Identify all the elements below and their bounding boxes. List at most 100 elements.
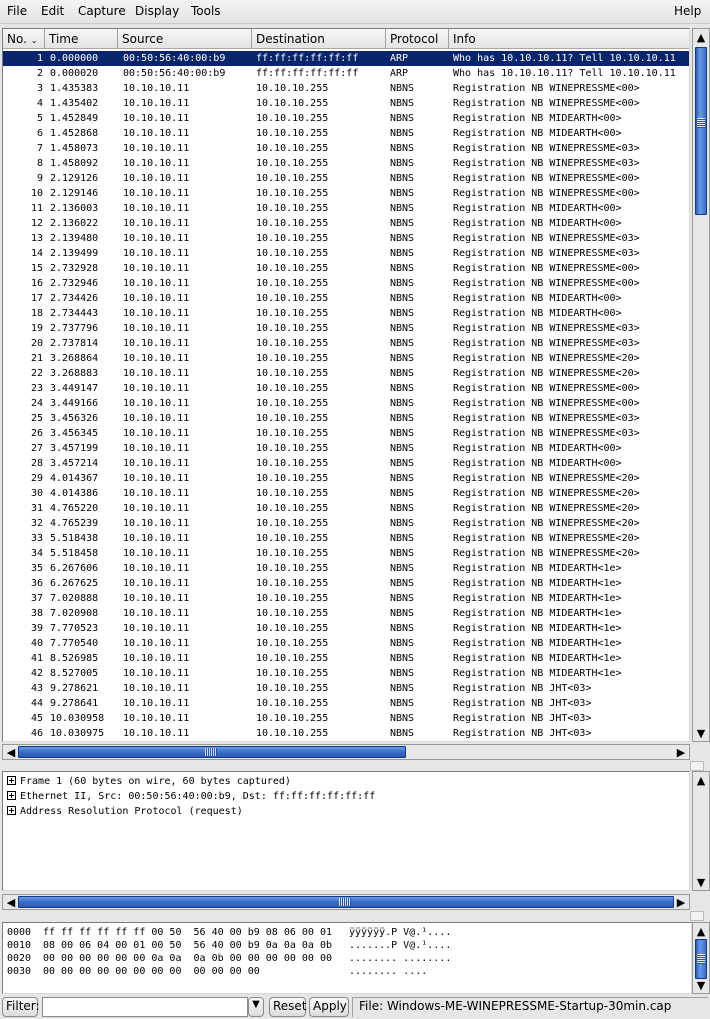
packet-list[interactable]: No. ⌄ Time Source Destination Protocol I… [2, 28, 690, 742]
hex-offset[interactable]: 0020 [7, 952, 31, 965]
scroll-up-icon[interactable]: ▲ [694, 773, 708, 787]
packet-row[interactable]: 43 9.278621 10.10.10.11 10.10.10.255 NBNS Reg… [3, 681, 689, 696]
packet-row[interactable]: 22 3.268883 10.10.10.11 10.10.10.255 NBNS Reg… [3, 366, 689, 381]
packet-row[interactable]: 11 2.136003 10.10.10.11 10.10.10.255 NBNS Reg… [3, 201, 689, 216]
packet-row[interactable]: 8 1.458092 10.10.10.11 10.10.10.255 NBNS Regi… [3, 156, 689, 171]
scroll-left-icon[interactable]: ◀ [4, 745, 18, 759]
packet-row[interactable]: 33 5.518438 10.10.10.11 10.10.10.255 NBNS Reg… [3, 531, 689, 546]
scroll-left-icon[interactable]: ◀ [4, 895, 18, 909]
scroll-thumb[interactable] [695, 47, 707, 215]
packet-row[interactable]: 30 4.014386 10.10.10.11 10.10.10.255 NBNS Reg… [3, 486, 689, 501]
scroll-thumb[interactable] [18, 746, 406, 758]
hex-bytes[interactable]: 00 00 00 00 00 00 00 00 00 00 00 00 [43, 965, 260, 978]
filter-input[interactable] [42, 997, 248, 1017]
apply-button[interactable]: Apply [309, 997, 349, 1017]
hex-ascii[interactable]: ÿÿÿÿÿÿ.P V@.¹.... [349, 926, 451, 939]
hex-bytes[interactable]: 08 00 06 04 00 01 00 50 56 40 00 b9 0a 0… [43, 939, 332, 952]
scroll-up-icon[interactable]: ▲ [694, 924, 708, 938]
packet-row[interactable]: 20 2.737814 10.10.10.11 10.10.10.255 NBNS Reg… [3, 336, 689, 351]
packet-row[interactable]: 10 2.129146 10.10.10.11 10.10.10.255 NBNS Reg… [3, 186, 689, 201]
packet-row[interactable]: 12 2.136022 10.10.10.11 10.10.10.255 NBNS Reg… [3, 216, 689, 231]
hex-vscrollbar[interactable]: ▲ ▼ [692, 922, 710, 994]
column-header-time[interactable]: Time [45, 29, 118, 49]
packet-row[interactable]: 44 9.278641 10.10.10.11 10.10.10.255 NBNS Reg… [3, 696, 689, 711]
menu-file[interactable]: File [7, 4, 27, 18]
scroll-thumb[interactable] [18, 896, 674, 908]
hex-offset[interactable]: 0030 [7, 965, 31, 978]
hex-bytes[interactable]: 00 00 00 00 00 00 0a 0a 0a 0b 00 00 00 0… [43, 952, 332, 965]
filter-button[interactable]: Filter: [2, 997, 40, 1017]
packet-row[interactable]: 42 8.527005 10.10.10.11 10.10.10.255 NBNS Reg… [3, 666, 689, 681]
packet-row[interactable]: 9 2.129126 10.10.10.11 10.10.10.255 NBNS Regi… [3, 171, 689, 186]
expand-icon[interactable] [7, 806, 16, 815]
packet-row[interactable]: 19 2.737796 10.10.10.11 10.10.10.255 NBNS Reg… [3, 321, 689, 336]
scroll-down-icon[interactable]: ▼ [694, 726, 708, 740]
packet-row[interactable]: 13 2.139480 10.10.10.11 10.10.10.255 NBNS Reg… [3, 231, 689, 246]
tree-item-frame[interactable]: Frame 1 (60 bytes on wire, 60 bytes capt… [7, 774, 291, 789]
packet-row[interactable]: 1 0.000000 00:50:56:40:00:b9 ff:ff:ff:ff:ff… [3, 51, 689, 66]
hex-dump[interactable]: 0000 ff ff ff ff ff ff 00 50 56 40 00 b9 … [2, 922, 692, 994]
expand-icon[interactable] [7, 791, 16, 800]
packet-row[interactable]: 31 4.765220 10.10.10.11 10.10.10.255 NBNS Reg… [3, 501, 689, 516]
scroll-right-icon[interactable]: ▶ [674, 895, 688, 909]
packet-row[interactable]: 32 4.765239 10.10.10.11 10.10.10.255 NBNS Reg… [3, 516, 689, 531]
packet-row[interactable]: 24 3.449166 10.10.10.11 10.10.10.255 NBNS Reg… [3, 396, 689, 411]
packet-details-tree[interactable]: Frame 1 (60 bytes on wire, 60 bytes capt… [2, 771, 690, 891]
pane-resize-handle[interactable] [690, 911, 704, 921]
packet-row[interactable]: 21 3.268864 10.10.10.11 10.10.10.255 NBNS Reg… [3, 351, 689, 366]
tree-item-ethernet[interactable]: Ethernet II, Src: 00:50:56:40:00:b9, Dst… [7, 789, 375, 804]
packet-row[interactable]: 38 7.020908 10.10.10.11 10.10.10.255 NBNS Reg… [3, 606, 689, 621]
column-header-info[interactable]: Info [449, 29, 689, 49]
packet-row[interactable]: 26 3.456345 10.10.10.11 10.10.10.255 NBNS Reg… [3, 426, 689, 441]
menu-edit[interactable]: Edit [41, 4, 64, 18]
expand-icon[interactable] [7, 776, 16, 785]
packet-row[interactable]: 39 7.770523 10.10.10.11 10.10.10.255 NBNS Reg… [3, 621, 689, 636]
packet-row[interactable]: 14 2.139499 10.10.10.11 10.10.10.255 NBNS Reg… [3, 246, 689, 261]
packet-row[interactable]: 17 2.734426 10.10.10.11 10.10.10.255 NBNS Reg… [3, 291, 689, 306]
column-header-protocol[interactable]: Protocol [386, 29, 449, 49]
column-header-destination[interactable]: Destination [252, 29, 386, 49]
packet-row[interactable]: 46 10.030975 10.10.10.11 10.10.10.255 NBNS Re… [3, 726, 689, 741]
packet-row[interactable]: 41 8.526985 10.10.10.11 10.10.10.255 NBNS Reg… [3, 651, 689, 666]
packet-row[interactable]: 45 10.030958 10.10.10.11 10.10.10.255 NBNS Re… [3, 711, 689, 726]
packet-row[interactable]: 34 5.518458 10.10.10.11 10.10.10.255 NBNS Reg… [3, 546, 689, 561]
pane-resize-handle[interactable] [690, 761, 704, 771]
column-header-source[interactable]: Source [118, 29, 252, 49]
hex-ascii[interactable]: ........ .... [349, 965, 427, 978]
menu-capture[interactable]: Capture [78, 4, 126, 18]
packet-row[interactable]: 3 1.435383 10.10.10.11 10.10.10.255 NBNS Regi… [3, 81, 689, 96]
packet-row[interactable]: 37 7.020888 10.10.10.11 10.10.10.255 NBNS Reg… [3, 591, 689, 606]
packet-row[interactable]: 7 1.458073 10.10.10.11 10.10.10.255 NBNS Regi… [3, 141, 689, 156]
packet-row[interactable]: 6 1.452868 10.10.10.11 10.10.10.255 NBNS Regi… [3, 126, 689, 141]
packet-row[interactable]: 15 2.732928 10.10.10.11 10.10.10.255 NBNS Reg… [3, 261, 689, 276]
packet-row[interactable]: 4 1.435402 10.10.10.11 10.10.10.255 NBNS Regi… [3, 96, 689, 111]
menu-help[interactable]: Help [674, 4, 701, 18]
tree-item-arp[interactable]: Address Resolution Protocol (request) [7, 804, 243, 819]
filter-history-dropdown[interactable]: ▼ [248, 997, 264, 1017]
hex-ascii[interactable]: .......P V@.¹.... [349, 939, 451, 952]
packet-row[interactable]: 36 6.267625 10.10.10.11 10.10.10.255 NBNS Reg… [3, 576, 689, 591]
scroll-down-icon[interactable]: ▼ [694, 875, 708, 889]
scroll-down-icon[interactable]: ▼ [694, 978, 708, 992]
menu-tools[interactable]: Tools [191, 4, 221, 18]
scroll-right-icon[interactable]: ▶ [674, 745, 688, 759]
packet-row[interactable]: 2 0.000020 00:50:56:40:00:b9 ff:ff:ff:ff:ff… [3, 66, 689, 81]
packet-row[interactable]: 23 3.449147 10.10.10.11 10.10.10.255 NBNS Reg… [3, 381, 689, 396]
packet-row[interactable]: 5 1.452849 10.10.10.11 10.10.10.255 NBNS Regi… [3, 111, 689, 126]
details-vscrollbar[interactable]: ▲ ▼ [692, 771, 710, 891]
scroll-up-icon[interactable]: ▲ [694, 30, 708, 44]
packet-row[interactable]: 29 4.014367 10.10.10.11 10.10.10.255 NBNS Reg… [3, 471, 689, 486]
packet-list-hscrollbar[interactable]: ◀ ▶ [2, 744, 690, 760]
hex-bytes[interactable]: ff ff ff ff ff ff 00 50 56 40 00 b9 08 0… [43, 926, 332, 939]
packet-row[interactable]: 40 7.770540 10.10.10.11 10.10.10.255 NBNS Reg… [3, 636, 689, 651]
column-header-no[interactable]: No. ⌄ [3, 29, 45, 49]
hex-offset[interactable]: 0010 [7, 939, 31, 952]
packet-row[interactable]: 25 3.456326 10.10.10.11 10.10.10.255 NBNS Reg… [3, 411, 689, 426]
menu-display[interactable]: Display [135, 4, 179, 18]
hex-offset[interactable]: 0000 [7, 926, 31, 939]
packet-row[interactable]: 27 3.457199 10.10.10.11 10.10.10.255 NBNS Reg… [3, 441, 689, 456]
packet-row[interactable]: 28 3.457214 10.10.10.11 10.10.10.255 NBNS Reg… [3, 456, 689, 471]
hex-ascii[interactable]: ........ ........ [349, 952, 451, 965]
packet-row[interactable]: 16 2.732946 10.10.10.11 10.10.10.255 NBNS Reg… [3, 276, 689, 291]
scroll-thumb[interactable] [695, 939, 707, 979]
